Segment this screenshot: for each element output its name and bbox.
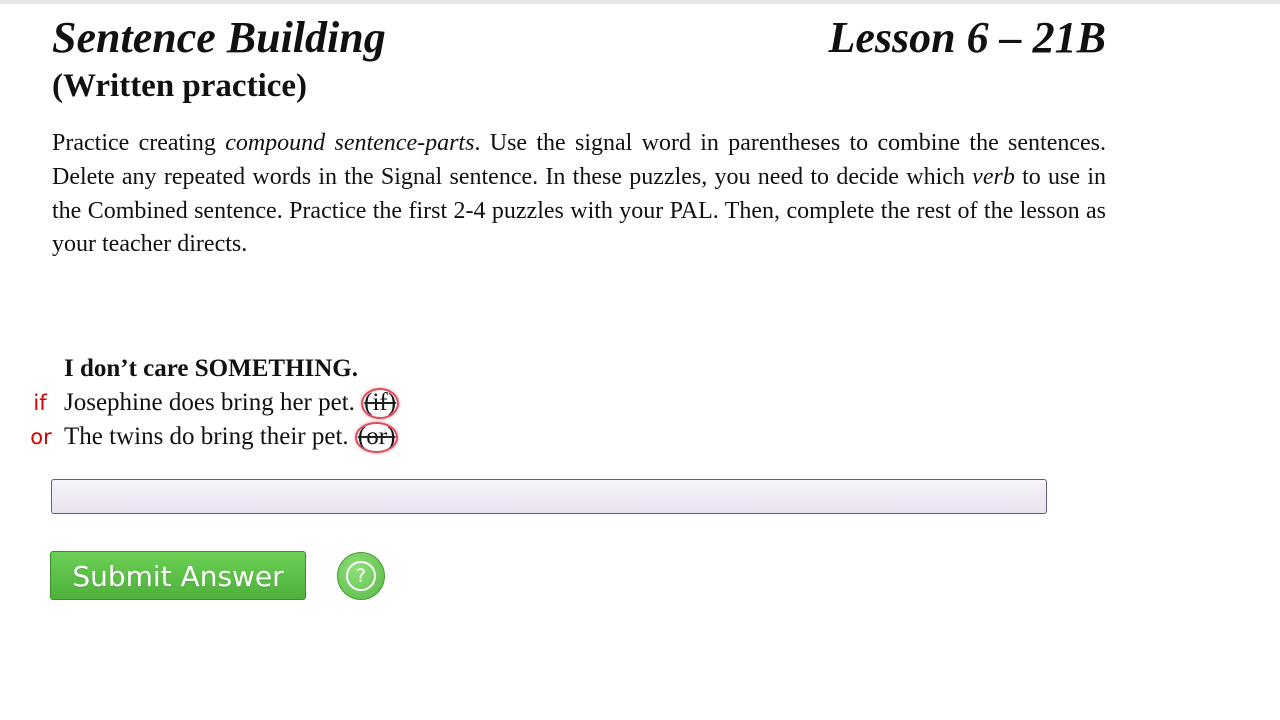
side-label-or: or <box>30 425 52 449</box>
signal-sentence-text: Josephine does bring her pet. <box>64 389 362 416</box>
instructions-emphasis-2: verb <box>972 163 1015 190</box>
submit-answer-button[interactable]: Submit Answer <box>50 551 306 600</box>
help-button[interactable]: ? <box>337 552 385 600</box>
page-subtitle: (Written practice) <box>52 68 308 104</box>
top-strip <box>0 0 1280 4</box>
question-circle-icon: ? <box>346 561 376 591</box>
signal-sentence-1: Josephine does bring her pet. (if) <box>64 387 400 419</box>
page-title: Sentence Building <box>52 13 386 62</box>
signal-word-text: (if) <box>364 389 397 416</box>
signal-word-if: (if) <box>361 387 400 419</box>
instructions-paragraph: Practice creating compound sentence-part… <box>52 127 1106 262</box>
answer-input[interactable] <box>51 479 1047 514</box>
lesson-title: Lesson 6 – 21B <box>828 13 1106 62</box>
signal-word-text: (or) <box>357 423 396 450</box>
signal-sentence-2: The twins do bring their pet. (or) <box>64 421 399 453</box>
instructions-text-1: Practice creating <box>52 130 226 156</box>
main-sentence: I don’t care SOMETHING. <box>64 355 358 382</box>
instructions-emphasis-1: compound sentence-parts <box>225 130 475 156</box>
signal-word-or: (or) <box>354 421 399 453</box>
side-label-if: if <box>33 391 47 415</box>
signal-sentence-text: The twins do bring their pet. <box>64 423 355 450</box>
